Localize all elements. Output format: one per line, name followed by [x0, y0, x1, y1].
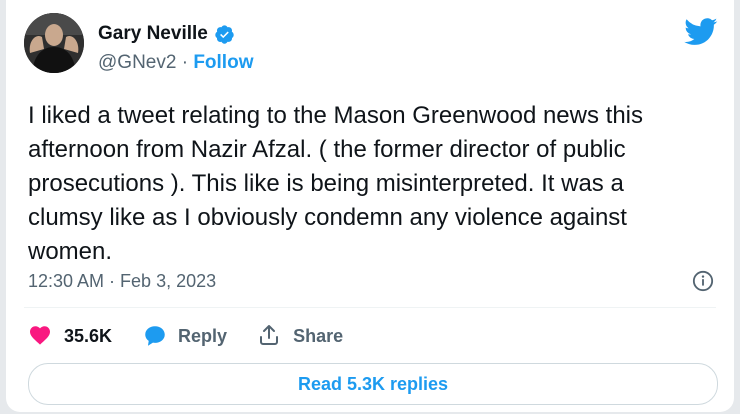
tweet-card: Gary Neville @GNev2 · Follow I liked a t…	[6, 0, 734, 412]
twitter-bird-icon[interactable]	[684, 18, 718, 46]
divider	[24, 307, 716, 308]
author-handle[interactable]: @GNev2	[98, 52, 176, 73]
tweet-text: I liked a tweet relating to the Mason Gr…	[28, 102, 643, 265]
handle-separator: ·	[176, 52, 194, 73]
heart-icon	[28, 323, 54, 349]
like-count: 35.6K	[64, 325, 113, 346]
like-button[interactable]: 35.6K	[28, 323, 112, 349]
avatar-image	[24, 13, 84, 73]
read-replies-button[interactable]: Read 5.3K replies	[28, 363, 718, 405]
action-bar: 35.6K Reply Share	[28, 323, 373, 349]
reply-button[interactable]: Reply	[142, 323, 227, 349]
author-handle-row: @GNev2 · Follow	[98, 52, 253, 74]
tweet-timestamp[interactable]: 12:30 AM · Feb 3, 2023	[28, 271, 216, 292]
follow-button[interactable]: Follow	[193, 52, 253, 73]
share-icon	[257, 323, 283, 349]
reply-label: Reply	[178, 325, 228, 346]
verified-badge-icon	[214, 24, 235, 45]
reply-bubble-icon	[142, 323, 168, 349]
share-button[interactable]: Share	[257, 323, 343, 349]
author-name-row[interactable]: Gary Neville	[98, 23, 235, 45]
share-label: Share	[293, 325, 344, 346]
avatar[interactable]	[24, 13, 84, 73]
info-icon[interactable]	[692, 270, 714, 292]
author-display-name[interactable]: Gary Neville	[98, 23, 208, 45]
